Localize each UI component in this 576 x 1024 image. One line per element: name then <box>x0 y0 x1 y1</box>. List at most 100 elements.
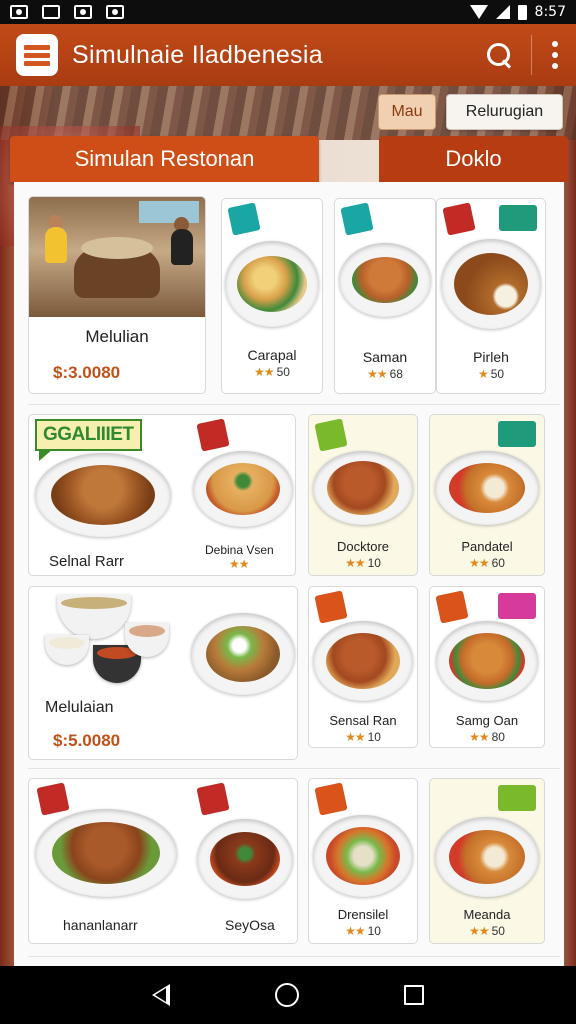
dish-name: Carapal <box>247 347 297 363</box>
dish-name: SeyOsa <box>225 917 275 933</box>
tag-badge <box>498 593 536 619</box>
dish-image <box>313 451 413 525</box>
section-divider <box>28 956 560 957</box>
tag-badge <box>498 785 536 811</box>
tag-badge <box>340 202 374 236</box>
dish-rating: ★★ 80 <box>469 730 505 744</box>
tag-badge <box>227 202 261 236</box>
featured-card[interactable]: GGALIIIET Selnal Rarr Debina Vsen ★★ <box>28 414 296 576</box>
battery-icon <box>517 4 527 20</box>
dish-image <box>41 593 191 687</box>
dish-card[interactable]: Saman ★★ 68 <box>334 198 436 394</box>
search-icon[interactable] <box>485 41 513 69</box>
dish-name: Meanda <box>463 907 511 922</box>
featured-card[interactable]: Melulaian $:5.0080 <box>28 586 298 760</box>
restaurant-price: $:3.0080 <box>53 363 121 382</box>
dish-name: Sensal Ran <box>329 713 397 728</box>
star-icon: ★★ <box>229 557 249 571</box>
section-divider <box>28 768 560 769</box>
dish-rating: ★★ 10 <box>345 556 381 570</box>
tag-badge <box>435 590 469 624</box>
tab-doklo[interactable]: Doklo <box>379 136 568 182</box>
dish-name: hananlanarr <box>63 917 138 933</box>
restaurant-photo <box>29 197 205 317</box>
star-icon: ★★ <box>345 556 365 570</box>
status-time: 8:57 <box>534 4 566 20</box>
tag-badge <box>499 205 537 231</box>
image-notification-icon <box>10 5 28 19</box>
filter-chip-relurugian[interactable]: Relurugian <box>446 94 563 130</box>
dish-card[interactable]: Samg Oan ★★ 80 <box>429 586 545 748</box>
dish-image <box>435 817 539 897</box>
dish-rating: ★★ 50 <box>254 365 290 379</box>
dish-name: Docktore <box>336 539 390 554</box>
star-icon: ★★ <box>345 730 365 744</box>
dish-name: Selnal Rarr <box>49 553 125 570</box>
dish-name: Melulaian <box>45 699 114 716</box>
dish-card[interactable]: Pandatel ★★ 60 <box>429 414 545 576</box>
dish-rating: ★★ 68 <box>367 367 403 381</box>
more-vert-icon[interactable] <box>550 41 560 69</box>
app-bar: Simulnaie Iladbenesia <box>0 24 576 86</box>
dish-image <box>191 613 295 695</box>
star-icon: ★★ <box>469 730 489 744</box>
dish-card[interactable]: Drensilel ★★ 10 <box>308 778 418 944</box>
back-icon[interactable] <box>152 984 171 1006</box>
dish-image <box>339 243 431 317</box>
dish-card[interactable]: Pirleh ★ 50 <box>436 198 546 394</box>
dish-card[interactable]: Docktore ★★ 10 <box>308 414 418 576</box>
tag-badge <box>442 202 476 236</box>
star-icon: ★★ <box>254 365 274 379</box>
dish-image <box>313 621 413 701</box>
dish-image <box>225 241 319 327</box>
home-icon[interactable] <box>274 983 299 1007</box>
gallery-notification-icon <box>106 5 124 19</box>
star-icon: ★★ <box>469 924 489 938</box>
dish-name: Pandatel <box>461 539 513 554</box>
dish-image <box>441 239 541 329</box>
app-title: Simulnaie Iladbenesia <box>72 40 323 69</box>
tag-badge <box>498 421 536 447</box>
navigation-bar <box>0 966 576 1024</box>
star-icon: ★★ <box>345 924 365 938</box>
dish-rating: ★ 50 <box>477 367 505 381</box>
dish-name: Drensilel <box>337 907 389 922</box>
status-bar: 8:57 <box>0 0 576 24</box>
dish-name: Saman <box>362 349 408 365</box>
star-icon: ★★ <box>469 556 489 570</box>
tag-badge <box>196 782 230 816</box>
dish-image <box>193 451 293 527</box>
dish-image <box>197 819 293 899</box>
dish-rating: ★★ 50 <box>469 924 505 938</box>
tag-badge <box>196 418 230 452</box>
dish-price: $:5.0080 <box>53 731 121 750</box>
sync-notification-icon <box>74 5 92 19</box>
toolbar-divider <box>531 35 532 75</box>
tag-badge <box>314 590 348 624</box>
restaurant-card[interactable]: Melulian $:3.0080 <box>28 196 206 394</box>
dish-name: Pirleh <box>473 349 509 365</box>
menu-panel: Melulian $:3.0080 Carapal ★★ 50 Saman ★★ 6… <box>14 182 564 966</box>
dish-card[interactable]: Meanda ★★ 50 <box>429 778 545 944</box>
dish-image <box>435 451 539 525</box>
tag-badge <box>314 782 348 816</box>
dish-card[interactable]: Carapal ★★ 50 <box>221 198 323 394</box>
dish-name: Debina Vsen <box>205 543 274 557</box>
app-notification-icon <box>42 5 60 19</box>
app-logo-icon[interactable] <box>16 34 58 76</box>
section-divider <box>28 404 560 405</box>
filter-chip-mau[interactable]: Mau <box>378 94 436 130</box>
dish-name: Samg Oan <box>455 713 519 728</box>
dish-rating: ★★ 10 <box>345 924 381 938</box>
star-icon: ★ <box>477 367 489 381</box>
dish-image <box>313 815 413 897</box>
recents-icon[interactable] <box>403 985 424 1005</box>
dish-card[interactable]: Sensal Ran ★★ 10 <box>308 586 418 748</box>
tag-badge <box>314 418 348 452</box>
restaurant-name: Melulian <box>85 327 149 346</box>
tab-simulan-restonan[interactable]: Simulan Restonan <box>10 136 319 182</box>
featured-card[interactable]: hananlanarr SeyOsa <box>28 778 298 944</box>
dish-rating: ★★ 10 <box>345 730 381 744</box>
dish-rating: ★★ <box>229 557 252 571</box>
star-icon: ★★ <box>367 367 387 381</box>
